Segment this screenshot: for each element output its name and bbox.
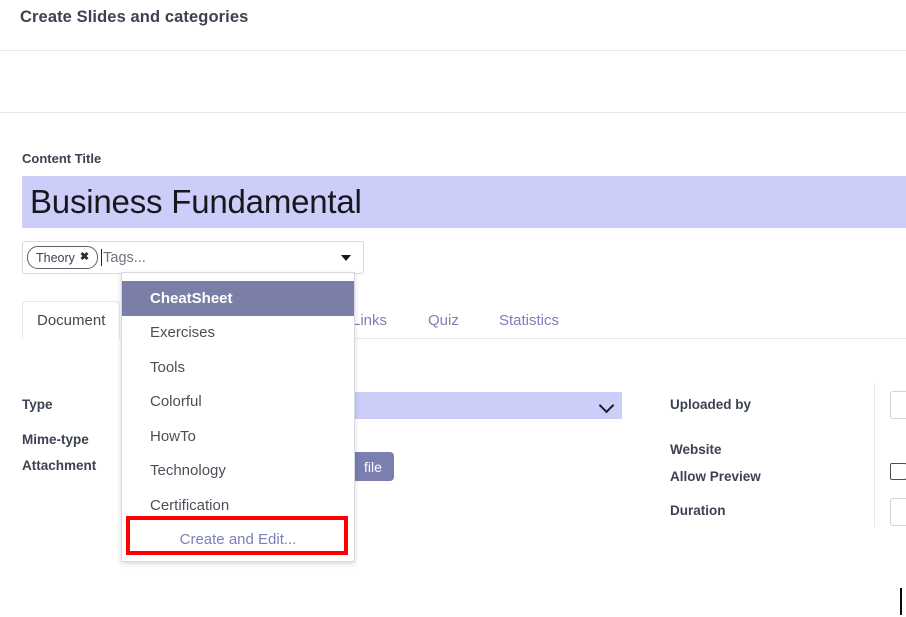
tags-combobox[interactable]: Theory ✖ Tags...	[22, 241, 364, 274]
tab-links[interactable]: Links	[352, 301, 387, 339]
attachment-label: Attachment	[22, 458, 97, 473]
bottom-edge-marker	[900, 588, 902, 615]
duration-label: Duration	[670, 503, 726, 518]
header-divider-top	[0, 50, 906, 51]
create-slides-page: Create Slides and categories Content Tit…	[0, 0, 906, 617]
dropdown-option-tools[interactable]: Tools	[122, 350, 354, 385]
dropdown-option-technology[interactable]: Technology	[122, 454, 354, 489]
tag-chip-label: Theory	[36, 250, 75, 265]
allow-preview-label: Allow Preview	[670, 469, 761, 484]
chevron-down-icon[interactable]	[341, 254, 351, 261]
content-title-label: Content Title	[22, 151, 102, 166]
chevron-down-icon	[598, 397, 615, 414]
type-select[interactable]	[355, 392, 622, 419]
tags-input[interactable]: Tags...	[98, 242, 359, 273]
dropdown-option-exercises[interactable]: Exercises	[122, 316, 354, 351]
tags-placeholder: Tags...	[103, 249, 146, 266]
text-caret	[101, 249, 103, 266]
tab-quiz[interactable]: Quiz	[428, 301, 459, 339]
duration-input[interactable]	[890, 498, 906, 526]
column-divider	[874, 383, 875, 527]
header-divider-bottom	[0, 112, 906, 113]
allow-preview-checkbox[interactable]	[890, 463, 906, 480]
uploaded-by-label: Uploaded by	[670, 397, 752, 412]
content-title-input[interactable]: Business Fundamental	[22, 176, 906, 228]
dropdown-create-and-edit[interactable]: Create and Edit...	[122, 523, 354, 557]
type-label: Type	[22, 397, 53, 412]
tag-chip-theory[interactable]: Theory ✖	[27, 246, 99, 269]
page-title: Create Slides and categories	[20, 8, 249, 26]
mime-type-label: Mime-type	[22, 432, 89, 447]
tab-document[interactable]: Document	[22, 301, 121, 339]
dropdown-option-colorful[interactable]: Colorful	[122, 385, 354, 420]
tags-dropdown-menu: CheatSheet Exercises Tools Colorful HowT…	[121, 272, 355, 562]
dropdown-option-cheatsheet[interactable]: CheatSheet	[122, 281, 354, 316]
tag-remove-icon[interactable]: ✖	[80, 252, 89, 263]
uploaded-by-input[interactable]	[890, 391, 906, 419]
dropdown-option-howto[interactable]: HowTo	[122, 419, 354, 454]
tab-statistics[interactable]: Statistics	[499, 301, 559, 339]
dropdown-option-certification[interactable]: Certification	[122, 488, 354, 523]
upload-file-button[interactable]: file	[352, 452, 394, 481]
website-label: Website	[670, 442, 722, 457]
